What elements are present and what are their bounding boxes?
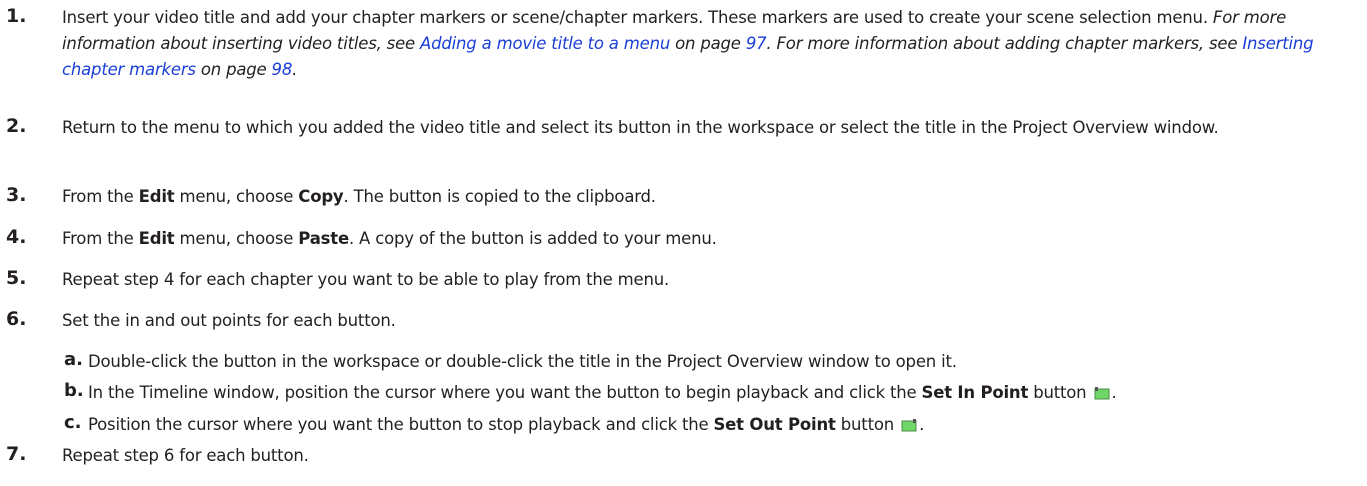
substep-letter: b.: [64, 380, 84, 401]
step-number: 1.: [6, 5, 27, 27]
substep-text: Position the cursor where you want the b…: [88, 412, 1367, 438]
step-text: Insert your video title and add your cha…: [62, 5, 1365, 83]
step-text: From the Edit menu, choose Paste. A copy…: [62, 226, 1365, 252]
info-text: . For more information about adding chap…: [766, 34, 1238, 53]
step-number: 2.: [6, 115, 27, 137]
info-text: .: [292, 60, 298, 79]
substep-text-part: In the Timeline window, position the cur…: [88, 383, 917, 402]
menu-name-edit: Edit: [138, 229, 175, 248]
step-text-part: . The button is copied to the clipboard.: [343, 187, 657, 206]
step-text-part: From the: [62, 229, 134, 248]
substep-letter: c.: [64, 412, 82, 433]
step-number: 3.: [6, 184, 27, 206]
link-page-98[interactable]: 98: [272, 60, 293, 79]
step-number: 7.: [6, 443, 27, 465]
command-paste: Paste: [298, 229, 349, 248]
step-text: Repeat step 6 for each button.: [62, 446, 309, 465]
button-name-set-in-point: Set In Point: [921, 383, 1029, 402]
info-text: on page: [200, 60, 267, 79]
substep-text: Double-click the button in the workspace…: [88, 352, 957, 371]
substep-text-part: .: [919, 415, 925, 434]
set-in-point-icon: [1094, 386, 1110, 400]
step-text: Set the in and out points for each butto…: [62, 311, 396, 330]
info-text: on page: [675, 34, 741, 53]
command-copy: Copy: [298, 187, 344, 206]
substep-text-part: .: [1111, 383, 1117, 402]
step-number: 6.: [6, 308, 27, 330]
step-text-part: From the: [62, 187, 134, 206]
link-page-97[interactable]: 97: [746, 34, 767, 53]
substep-text: In the Timeline window, position the cur…: [88, 380, 1367, 406]
step-text: From the Edit menu, choose Copy. The but…: [62, 184, 1365, 210]
substep-text-part: Position the cursor where you want the b…: [88, 415, 709, 434]
step-text: Return to the menu to which you added th…: [62, 118, 1219, 137]
instruction-document: 1. Insert your video title and add your …: [0, 0, 1367, 486]
substep-text-part: button: [840, 415, 895, 434]
step-number: 5.: [6, 267, 27, 289]
step-text-part: menu, choose: [179, 187, 294, 206]
menu-name-edit: Edit: [138, 187, 175, 206]
step-text-part: menu, choose: [179, 229, 294, 248]
button-name-set-out-point: Set Out Point: [713, 415, 836, 434]
step-text: Repeat step 4 for each chapter you want …: [62, 270, 670, 289]
substep-letter: a.: [64, 349, 83, 370]
step-text-part: . A copy of the button is added to your …: [348, 229, 717, 248]
link-adding-movie-title[interactable]: Adding a movie title to a menu: [420, 34, 670, 53]
step-number: 4.: [6, 226, 27, 248]
step-1-instruction: Insert your video title and add your cha…: [62, 8, 1208, 27]
substep-text-part: button: [1033, 383, 1087, 402]
set-out-point-icon: [901, 418, 917, 432]
